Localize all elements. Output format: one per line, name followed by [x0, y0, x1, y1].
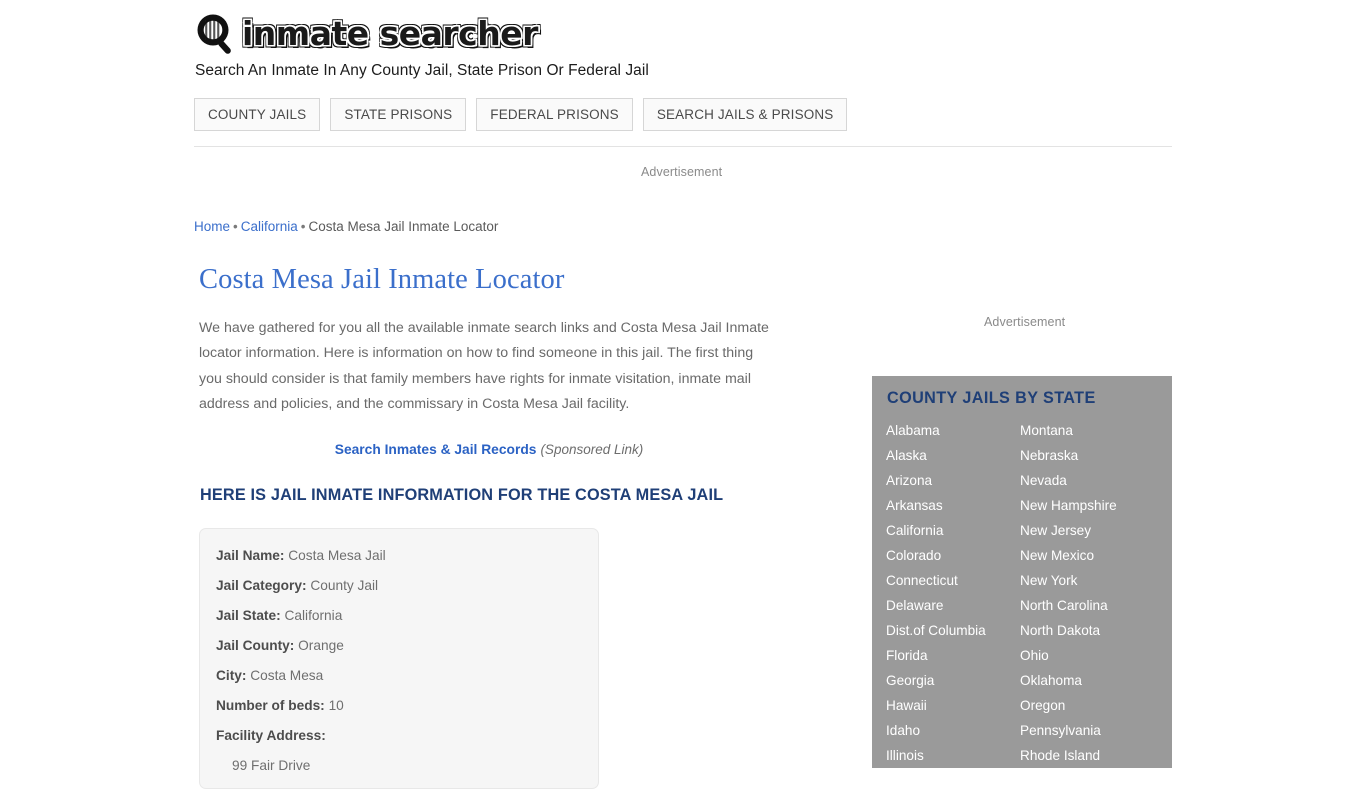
- info-value: Orange: [298, 638, 344, 654]
- state-columns: Alabama Alaska Arizona Arkansas Californ…: [886, 418, 1158, 768]
- info-value: County Jail: [310, 578, 379, 594]
- sidebar-state-oregon[interactable]: Oregon: [1020, 693, 1154, 718]
- sponsored-note: (Sponsored Link): [540, 442, 644, 458]
- sidebar-state-dist-of-columbia[interactable]: Dist.of Columbia: [886, 618, 1020, 643]
- breadcrumb-home-link[interactable]: Home: [194, 219, 230, 234]
- info-row-facility-address: Facility Address:: [216, 727, 582, 744]
- sidebar-state-florida[interactable]: Florida: [886, 643, 1020, 668]
- county-jails-by-state-sidebar: COUNTY JAILS BY STATE Alabama Alaska Ari…: [872, 376, 1172, 768]
- page-title: Costa Mesa Jail Inmate Locator: [199, 264, 565, 295]
- breadcrumb-state-link[interactable]: California: [241, 219, 298, 234]
- nav-item-federal-prisons[interactable]: FEDERAL PRISONS: [476, 98, 633, 131]
- sidebar-state-nebraska[interactable]: Nebraska: [1020, 443, 1154, 468]
- facility-address-line-1: 99 Fair Drive: [232, 758, 311, 774]
- sidebar-state-arkansas[interactable]: Arkansas: [886, 493, 1020, 518]
- sidebar-state-hawaii[interactable]: Hawaii: [886, 693, 1020, 718]
- sidebar-state-colorado[interactable]: Colorado: [886, 543, 1020, 568]
- breadcrumb-current: Costa Mesa Jail Inmate Locator: [308, 219, 499, 234]
- info-row-city: City: Costa Mesa: [216, 667, 582, 684]
- breadcrumb: Home • California • Costa Mesa Jail Inmate L…: [194, 219, 498, 234]
- section-heading: HERE IS JAIL INMATE INFORMATION FOR THE …: [200, 486, 724, 505]
- sidebar-title: COUNTY JAILS BY STATE: [887, 389, 1096, 407]
- magnifier-jail-bars-icon: [194, 12, 240, 56]
- info-value: Costa Mesa Jail: [288, 548, 386, 564]
- info-value: Costa Mesa: [250, 668, 324, 684]
- intro-paragraph: We have gathered for you all the availab…: [199, 320, 769, 412]
- nav-item-search-jails-prisons[interactable]: SEARCH JAILS & PRISONS: [642, 98, 848, 131]
- sidebar-state-new-hampshire[interactable]: New Hampshire: [1020, 493, 1154, 518]
- breadcrumb-separator: •: [233, 219, 238, 234]
- search-inmates-jail-records-link[interactable]: Search Inmates & Jail Records: [335, 442, 537, 457]
- sidebar-state-nevada[interactable]: Nevada: [1020, 468, 1154, 493]
- logo[interactable]: inmate searcher: [194, 12, 1174, 56]
- sidebar-state-north-dakota[interactable]: North Dakota: [1020, 618, 1154, 643]
- info-value: 10: [328, 698, 344, 714]
- sidebar-state-georgia[interactable]: Georgia: [886, 668, 1020, 693]
- sidebar-state-rhode-island[interactable]: Rhode Island: [1020, 743, 1154, 768]
- info-label: Jail County:: [216, 638, 295, 654]
- sidebar-state-new-mexico[interactable]: New Mexico: [1020, 543, 1154, 568]
- sidebar-state-california[interactable]: California: [886, 518, 1020, 543]
- sidebar-state-new-york[interactable]: New York: [1020, 568, 1154, 593]
- state-column-left: Alabama Alaska Arizona Arkansas Californ…: [886, 418, 1020, 768]
- main-nav: COUNTY JAILS STATE PRISONS FEDERAL PRISO…: [194, 98, 848, 131]
- sidebar-state-delaware[interactable]: Delaware: [886, 593, 1020, 618]
- site-header: inmate searcher Search An Inmate In Any …: [194, 12, 1174, 80]
- sidebar-state-alaska[interactable]: Alaska: [886, 443, 1020, 468]
- page-root: inmate searcher Search An Inmate In Any …: [0, 0, 1366, 789]
- sidebar-state-idaho[interactable]: Idaho: [886, 718, 1020, 743]
- nav-item-state-prisons[interactable]: STATE PRISONS: [330, 98, 467, 131]
- sidebar-state-oklahoma[interactable]: Oklahoma: [1020, 668, 1154, 693]
- info-label: Number of beds:: [216, 698, 325, 714]
- sidebar-advertisement-label: Advertisement: [984, 315, 1066, 329]
- info-label: Jail Category:: [216, 578, 307, 594]
- info-label: Jail State:: [216, 608, 281, 624]
- sponsored-link-row: Search Inmates & Jail Records (Sponsored …: [199, 441, 779, 459]
- sidebar-state-new-jersey[interactable]: New Jersey: [1020, 518, 1154, 543]
- info-row-jail-county: Jail County: Orange: [216, 637, 582, 654]
- site-tagline: Search An Inmate In Any County Jail, Sta…: [195, 62, 649, 79]
- info-label: Facility Address:: [216, 728, 326, 744]
- info-label: City:: [216, 668, 247, 684]
- info-row-jail-name: Jail Name: Costa Mesa Jail: [216, 547, 582, 564]
- sidebar-state-montana[interactable]: Montana: [1020, 418, 1154, 443]
- logo-wordmark: inmate searcher: [242, 14, 538, 53]
- sidebar-state-alabama[interactable]: Alabama: [886, 418, 1020, 443]
- info-row-jail-category: Jail Category: County Jail: [216, 577, 582, 594]
- main-content: Costa Mesa Jail Inmate Locator We have g…: [199, 263, 799, 789]
- sidebar-state-ohio[interactable]: Ohio: [1020, 643, 1154, 668]
- state-column-right: Montana Nebraska Nevada New Hampshire Ne…: [1020, 418, 1154, 768]
- info-value: California: [284, 608, 343, 624]
- jail-info-box: Jail Name: Costa Mesa Jail Jail Category…: [199, 528, 599, 789]
- info-label: Jail Name:: [216, 548, 285, 564]
- sidebar-state-pennsylvania[interactable]: Pennsylvania: [1020, 718, 1154, 743]
- sidebar-state-north-carolina[interactable]: North Carolina: [1020, 593, 1154, 618]
- top-advertisement-label: Advertisement: [641, 165, 723, 179]
- nav-item-county-jails[interactable]: COUNTY JAILS: [194, 98, 321, 131]
- sidebar-state-arizona[interactable]: Arizona: [886, 468, 1020, 493]
- info-row-jail-state: Jail State: California: [216, 607, 582, 624]
- header-divider: [194, 146, 1172, 147]
- sidebar-state-illinois[interactable]: Illinois: [886, 743, 1020, 768]
- breadcrumb-separator: •: [300, 219, 306, 234]
- sidebar-state-connecticut[interactable]: Connecticut: [886, 568, 1020, 593]
- info-row-number-of-beds: Number of beds: 10: [216, 697, 582, 714]
